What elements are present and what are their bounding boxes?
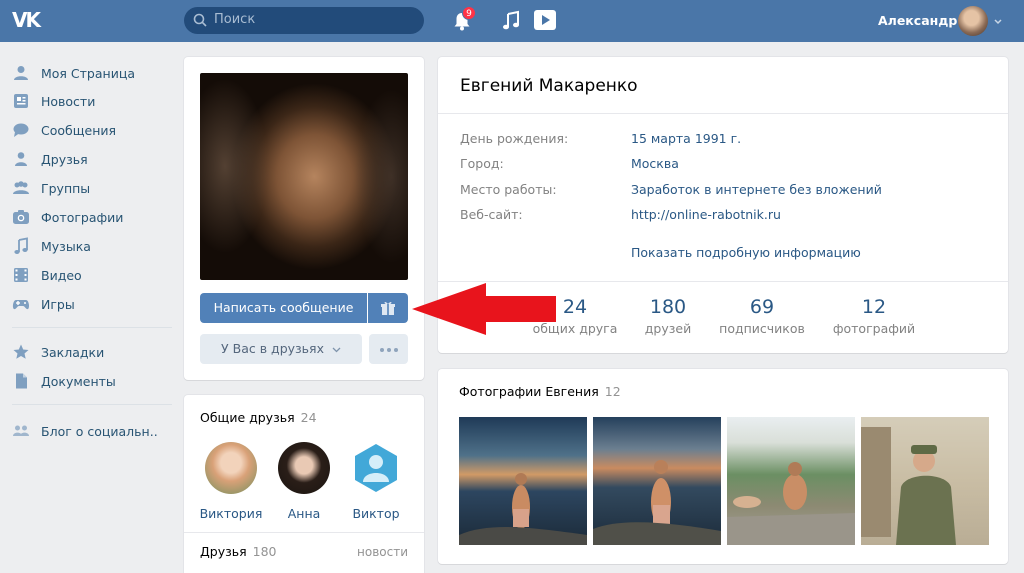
photo-thumbnail[interactable] bbox=[727, 417, 855, 545]
friend-item[interactable]: Виктория bbox=[196, 442, 266, 521]
workplace-link[interactable]: Заработок в интернете без вложений bbox=[631, 182, 882, 197]
sidebar-item-news[interactable]: Новости bbox=[12, 90, 172, 112]
video-icon bbox=[14, 268, 28, 282]
show-more-info-link[interactable]: Показать подробную информацию bbox=[631, 245, 861, 260]
field-label: Место работы: bbox=[460, 182, 557, 197]
search-placeholder: Поиск bbox=[214, 12, 256, 27]
sidebar-item-photos[interactable]: Фотографии bbox=[12, 206, 172, 228]
friend-icon bbox=[15, 152, 27, 166]
sidebar-item-video[interactable]: Видео bbox=[12, 264, 172, 286]
sidebar-item-bookmarks[interactable]: Закладки bbox=[12, 341, 172, 363]
vk-logo-icon[interactable]: VK bbox=[12, 8, 48, 34]
divider bbox=[438, 113, 1008, 114]
user-avatar[interactable] bbox=[958, 6, 988, 36]
top-header: VK Поиск 9 Александр bbox=[0, 0, 1024, 42]
sidebar-item-messages[interactable]: Сообщения bbox=[12, 119, 172, 141]
svg-text:VK: VK bbox=[12, 8, 42, 30]
gift-icon bbox=[381, 301, 395, 315]
more-actions-button[interactable] bbox=[369, 334, 408, 364]
groups-icon bbox=[13, 181, 29, 194]
photo-thumbnail[interactable] bbox=[593, 417, 721, 545]
sidebar-divider bbox=[12, 327, 172, 328]
document-icon bbox=[16, 373, 27, 389]
user-icon bbox=[14, 66, 28, 80]
friends-header[interactable]: Друзья 180 bbox=[200, 544, 277, 559]
current-user-name[interactable]: Александр bbox=[878, 13, 957, 28]
birthday-link[interactable]: 15 марта 1991 г. bbox=[631, 131, 741, 146]
field-label: Город: bbox=[460, 156, 504, 171]
message-icon bbox=[13, 123, 29, 137]
sidebar-item-my-page[interactable]: Моя Страница bbox=[12, 62, 172, 84]
annotation-arrow-icon bbox=[412, 283, 556, 335]
friend-avatar bbox=[278, 442, 330, 494]
search-icon bbox=[193, 13, 207, 27]
friend-item[interactable]: Анна bbox=[269, 442, 339, 521]
friend-avatar bbox=[355, 444, 397, 492]
community-icon bbox=[13, 425, 29, 436]
notification-badge: 9 bbox=[462, 6, 476, 20]
divider bbox=[184, 532, 424, 533]
chevron-down-icon bbox=[332, 347, 341, 353]
friend-status-button[interactable]: У Вас в друзьях bbox=[200, 334, 362, 364]
sidebar-item-groups[interactable]: Группы bbox=[12, 177, 172, 199]
profile-name: Евгений Макаренко bbox=[460, 76, 638, 96]
photo-thumbnail[interactable] bbox=[459, 417, 587, 545]
camera-icon bbox=[13, 210, 29, 224]
friends-news-link[interactable]: новости bbox=[357, 545, 408, 559]
stat-friends[interactable]: 180 друзей bbox=[630, 296, 706, 336]
music-icon[interactable] bbox=[501, 10, 521, 32]
send-gift-button[interactable] bbox=[368, 293, 408, 323]
photos-header[interactable]: Фотографии Евгения 12 bbox=[459, 384, 621, 399]
mutual-friends-header[interactable]: Общие друзья 24 bbox=[200, 410, 317, 425]
field-label: День рождения: bbox=[460, 131, 569, 146]
chevron-down-icon[interactable] bbox=[994, 18, 1002, 26]
profile-photo[interactable] bbox=[200, 73, 408, 280]
stat-photos[interactable]: 12 фотографий bbox=[826, 296, 922, 336]
field-label: Веб-сайт: bbox=[460, 207, 523, 222]
sidebar-item-music[interactable]: Музыка bbox=[12, 235, 172, 257]
play-icon[interactable] bbox=[533, 9, 557, 31]
photo-thumbnail[interactable] bbox=[861, 417, 989, 545]
star-icon bbox=[13, 344, 29, 359]
music-icon bbox=[14, 237, 28, 254]
gamepad-icon bbox=[12, 300, 30, 310]
sidebar-item-documents[interactable]: Документы bbox=[12, 370, 172, 392]
write-message-button[interactable]: Написать сообщение bbox=[200, 293, 367, 323]
friend-item[interactable]: Виктор bbox=[341, 442, 411, 521]
stat-followers[interactable]: 69 подписчиков bbox=[714, 296, 810, 336]
website-link[interactable]: http://online-rabotnik.ru bbox=[631, 207, 781, 222]
search-input[interactable]: Поиск bbox=[184, 7, 424, 34]
sidebar-item-friends[interactable]: Друзья bbox=[12, 148, 172, 170]
sidebar-divider bbox=[12, 404, 172, 405]
sidebar-item-games[interactable]: Игры bbox=[12, 293, 172, 315]
friend-avatar bbox=[205, 442, 257, 494]
news-icon bbox=[14, 94, 28, 108]
sidebar-item-blog[interactable]: Блог о социальн.. bbox=[12, 420, 172, 442]
city-link[interactable]: Москва bbox=[631, 156, 679, 171]
